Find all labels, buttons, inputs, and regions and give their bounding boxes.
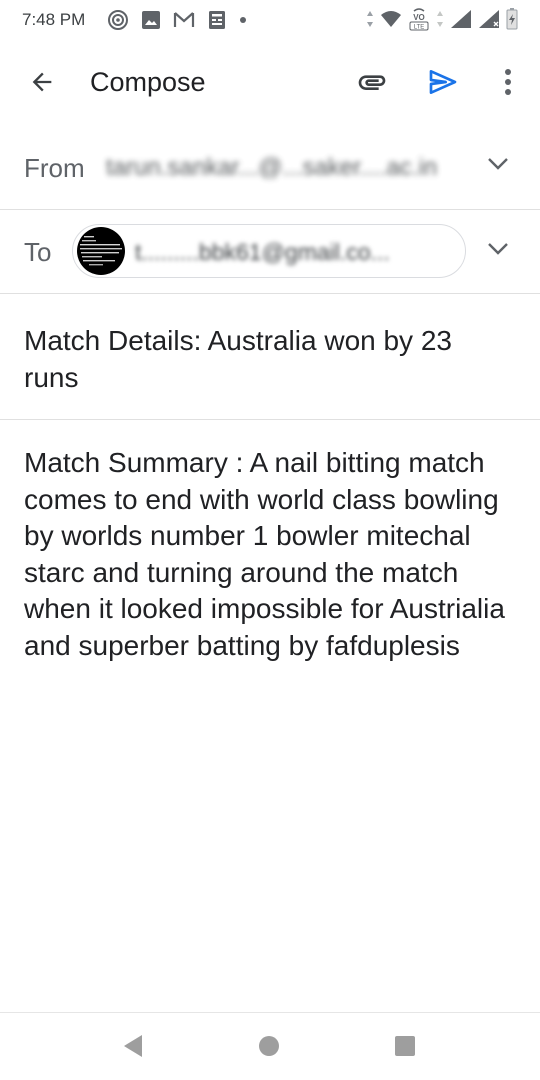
battery-icon [506,8,518,30]
app-bar: Compose [0,44,540,122]
gmail-icon [173,11,195,29]
to-expand-button[interactable] [480,233,516,269]
nav-recents-icon [393,1034,417,1063]
notification-icons [107,8,259,32]
paperclip-icon [356,66,388,103]
avatar [77,227,125,275]
dot-icon [239,16,247,24]
svg-text:LTE: LTE [414,25,425,31]
volte-icon: VO LTE [408,7,430,31]
recipient-chip[interactable]: t.........bbk61@gmail.co... [72,224,466,278]
arrow-back-icon [28,68,56,101]
wifi-icon [380,10,402,28]
svg-text:VO: VO [413,13,425,22]
to-label: To [24,237,52,267]
status-time: 7:48 PM [22,10,86,29]
nav-recents-button[interactable] [388,1031,422,1065]
subject-field[interactable]: Match Details: Australia won by 23 runs [0,294,540,420]
data-arrows-icon [366,10,374,28]
from-account-value[interactable]: tarun.sankar...@...saker....ac.in [106,154,436,178]
send-button[interactable] [423,64,463,104]
body-input[interactable]: Match Summary : A nail bitting match com… [24,445,519,664]
image-icon [141,10,161,30]
compose-body[interactable]: Match Summary : A nail bitting match com… [0,421,540,1011]
send-icon [427,66,459,103]
more-options-button[interactable] [488,64,528,104]
navigation-bar [0,1012,540,1080]
status-bar: 7:48 PM VO LTE [0,0,540,40]
chevron-down-icon [487,242,509,261]
nav-home-button[interactable] [252,1031,286,1065]
nav-back-button[interactable] [116,1031,150,1065]
from-label: From [24,153,85,183]
subject-input[interactable]: Match Details: Australia won by 23 runs [24,322,514,396]
nav-home-icon [257,1034,281,1063]
signal-icon [478,9,500,29]
from-expand-button[interactable] [480,148,516,184]
attach-button[interactable] [352,64,392,104]
to-field[interactable]: To t.........bbk61@gmail.co... [0,210,540,294]
nav-back-icon [120,1033,146,1064]
more-vert-icon [504,68,512,101]
signal-icon [450,9,472,29]
news-icon [207,10,227,30]
chevron-down-icon [487,157,509,176]
from-field[interactable]: From tarun.sankar...@...saker....ac.in [0,124,540,210]
music-recognition-icon [107,9,129,31]
system-icons: VO LTE [360,6,518,32]
recipient-email: t.........bbk61@gmail.co... [135,239,390,265]
page-title: Compose [90,67,206,97]
data-arrows-icon [436,10,444,28]
back-button[interactable] [22,64,62,104]
